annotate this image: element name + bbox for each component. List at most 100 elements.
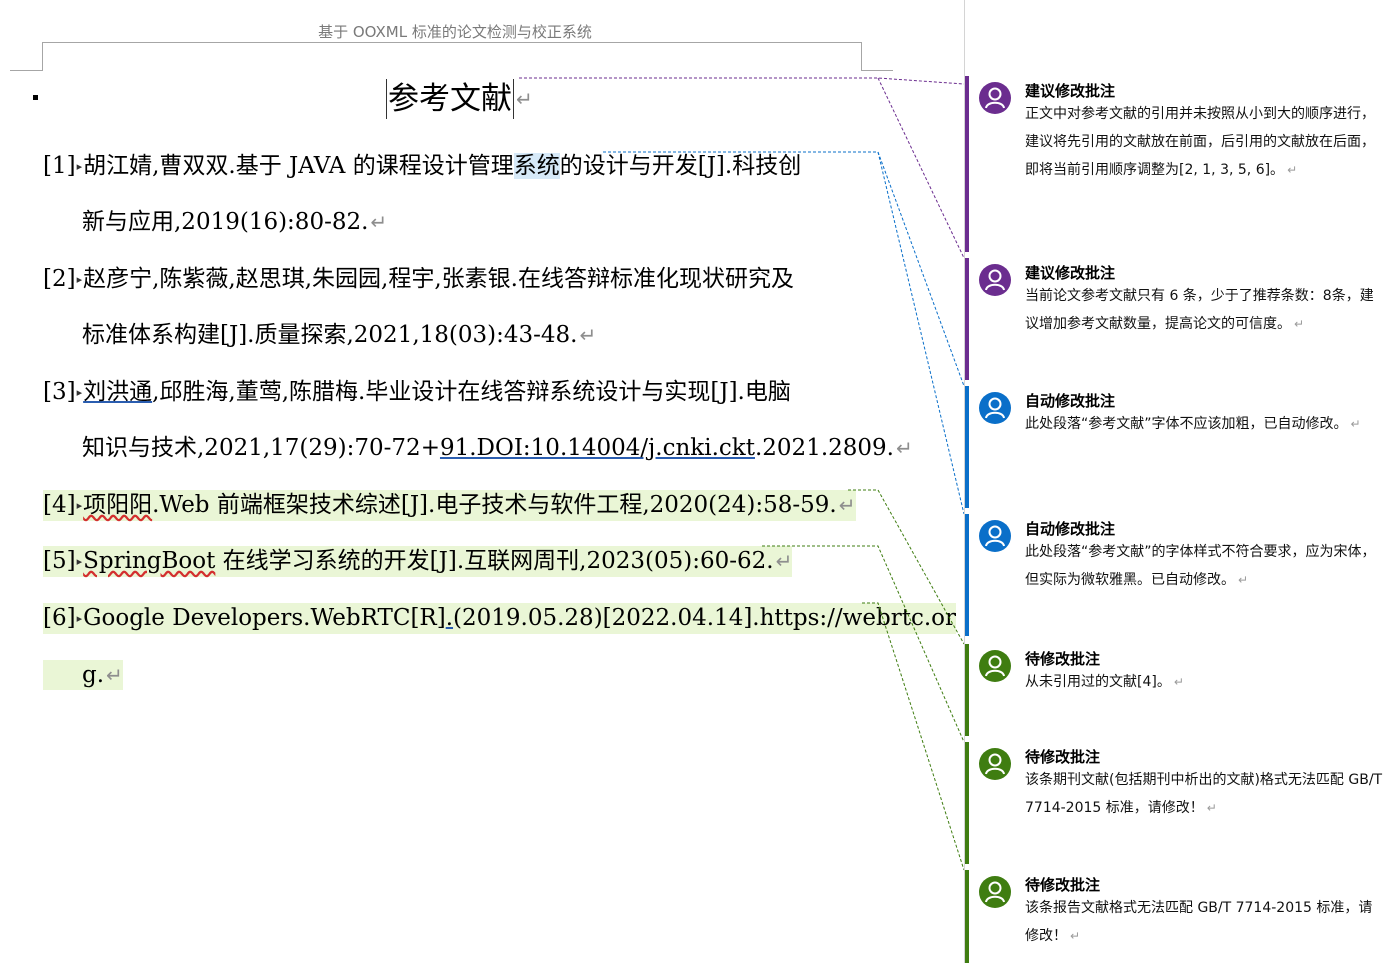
reference-3-line-1[interactable]: [3]▸刘洪通,邱胜海,董莺,陈腊梅.毕业设计在线答辩系统设计与实现[J].电脑: [43, 377, 791, 408]
tab-arrow-icon: ▸: [76, 555, 83, 568]
user-icon: [979, 650, 1011, 682]
comment-body[interactable]: 此处段落“参考文献”的字体样式不符合要求，应为宋体，但实际为微软雅黑。已自动修改…: [1025, 538, 1385, 594]
reference-text: 新与应用,2019(16):80-82.: [82, 209, 369, 235]
comment-text: 该条期刊文献(包括期刊中析出的文献)格式无法匹配 GB/T 7714-2015 …: [1025, 772, 1383, 816]
comment-color-bar: [965, 870, 969, 963]
header-corner-right: [861, 42, 862, 70]
title-line[interactable]: 参考文献 ↵: [386, 78, 533, 120]
reference-text: 胡江婧,曹双双.基于 JAVA 的课程设计管理: [83, 153, 514, 179]
paragraph-mark-icon: ↵: [370, 210, 388, 234]
reference-number: [4]: [43, 492, 76, 518]
comment-card[interactable]: 自动修改批注此处段落“参考文献”的字体样式不符合要求，应为宋体，但实际为微软雅黑…: [965, 514, 1392, 636]
comment-card[interactable]: 待修改批注 该条报告文献格式无法匹配 GB/T 7714-2015 标准，请修改！…: [965, 870, 1392, 963]
user-icon: [979, 748, 1011, 780]
reference-text: SpringBoot: [83, 548, 216, 574]
reference-5-line-1[interactable]: [5]▸SpringBoot 在线学习系统的开发[J].互联网周刊,2023(0…: [43, 546, 793, 577]
comment-color-bar: [965, 386, 969, 508]
reference-text: 知识与技术,2021,17(29):70-72+: [82, 435, 440, 461]
paragraph-mark-icon: ↵: [838, 493, 856, 517]
comment-color-bar: [965, 742, 969, 864]
comment-author: 待修改批注: [1025, 748, 1101, 766]
user-icon: [979, 82, 1011, 114]
reference-2-line-2[interactable]: 标准体系构建[J].质量探索,2021,18(03):43-48. ↵: [82, 320, 596, 350]
paragraph-mark-icon: ↵: [1070, 929, 1081, 943]
paragraph-mark-icon: ↵: [1173, 675, 1184, 689]
reference-text: 91.DOI:10.14004/j.cnki.ckt: [439, 435, 755, 461]
header-corner-left-h: [10, 70, 43, 71]
comment-text: 从未引用过的文献[4]。: [1025, 674, 1171, 690]
user-icon: [979, 264, 1011, 296]
comment-author: 待修改批注: [1025, 876, 1101, 894]
reference-3-line-2[interactable]: 知识与技术,2021,17(29):70-72+91.DOI:10.14004/…: [82, 433, 913, 463]
tab-arrow-icon: ▸: [76, 386, 83, 399]
reference-text: g.: [82, 662, 105, 688]
reference-text: 赵彦宁,陈紫薇,赵思琪,朱园园,程宇,张素银.在线答辩标准化现状研究及: [83, 266, 794, 292]
paragraph-mark-icon: ↵: [1238, 573, 1249, 587]
comment-card[interactable]: 建议修改批注 当前论文参考文献只有 6 条，少于了推荐条数：8条，建议增加参考文献…: [965, 258, 1392, 380]
header-corner-right-h: [861, 70, 893, 71]
paragraph-mark-icon: ↵: [1294, 317, 1305, 331]
user-icon: [979, 392, 1011, 424]
header-corner-left: [42, 42, 43, 70]
reference-text: .Web 前端框架技术综述[J].电子技术与软件工程,2020(24):58-5…: [152, 492, 837, 518]
references-title[interactable]: 参考文献: [386, 79, 514, 119]
reference-number: [3]: [43, 379, 76, 405]
reference-1-line-2[interactable]: 新与应用,2019(16):80-82. ↵: [82, 207, 387, 237]
tab-arrow-icon: ▸: [76, 499, 83, 512]
comment-text: 此处段落“参考文献”的字体样式不符合要求，应为宋体，但实际为微软雅黑。已自动修改…: [1025, 544, 1376, 588]
user-icon: [979, 520, 1011, 552]
comment-card[interactable]: 建议修改批注正文中对参考文献的引用并未按照从小到大的顺序进行，建议将先引用的文献…: [965, 76, 1392, 252]
reference-text: .2021.2809.: [754, 435, 894, 461]
reference-text: 系统: [513, 153, 560, 179]
paragraph-mark-icon: ↵: [1287, 163, 1298, 177]
comment-author: 自动修改批注: [1025, 392, 1116, 410]
comments-pane[interactable]: 建议修改批注正文中对参考文献的引用并未按照从小到大的顺序进行，建议将先引用的文献…: [964, 0, 1392, 963]
comment-body[interactable]: 此处段落“参考文献”字体不应该加粗，已自动修改。 ↵: [1025, 410, 1385, 438]
comment-card[interactable]: 自动修改批注 此处段落“参考文献”字体不应该加粗，已自动修改。 ↵: [965, 386, 1392, 508]
paragraph-mark-icon: ↵: [775, 549, 793, 573]
reference-text: 项阳阳: [83, 492, 153, 518]
header-border-line: [42, 42, 862, 43]
comment-color-bar: [965, 258, 969, 380]
paragraph-mark-icon: ↵: [895, 436, 913, 460]
tab-arrow-icon: ▸: [76, 160, 83, 173]
reference-6-line-2[interactable]: g. ↵: [43, 660, 123, 690]
reference-number: [2]: [43, 266, 76, 292]
comment-author: 自动修改批注: [1025, 520, 1116, 538]
tab-arrow-icon: ▸: [76, 273, 83, 286]
page-header-text: 基于 OOXML 标准的论文检测与校正系统: [318, 23, 592, 41]
reference-6-line-1[interactable]: [6]▸Google Developers.WebRTC[R].(2019.05…: [43, 603, 956, 634]
reference-text: (2019.05.28)[2022.04.14].https://webrtc.…: [453, 605, 956, 631]
comment-color-bar: [965, 514, 969, 636]
reference-2-line-1[interactable]: [2]▸赵彦宁,陈紫薇,赵思琪,朱园园,程宇,张素银.在线答辩标准化现状研究及: [43, 264, 794, 295]
tab-arrow-icon: ▸: [76, 612, 83, 625]
reference-text: 的设计与开发[J].科技创: [559, 153, 802, 179]
reference-4-line-1[interactable]: [4]▸项阳阳.Web 前端框架技术综述[J].电子技术与软件工程,2020(2…: [43, 490, 856, 521]
comment-color-bar: [965, 76, 969, 252]
reference-number: [5]: [43, 548, 76, 574]
reference-text: .: [445, 605, 454, 631]
comment-body[interactable]: 该条期刊文献(包括期刊中析出的文献)格式无法匹配 GB/T 7714-2015 …: [1025, 766, 1385, 822]
comment-body[interactable]: 当前论文参考文献只有 6 条，少于了推荐条数：8条，建议增加参考文献数量，提高论…: [1025, 282, 1385, 338]
reference-text: 刘洪通: [83, 379, 153, 405]
reference-text: 标准体系构建[J].质量探索,2021,18(03):43-48.: [82, 322, 578, 348]
comment-text: 当前论文参考文献只有 6 条，少于了推荐条数：8条，建议增加参考文献数量，提高论…: [1025, 288, 1374, 332]
comment-body[interactable]: 该条报告文献格式无法匹配 GB/T 7714-2015 标准，请修改！ ↵: [1025, 894, 1385, 950]
paragraph-mark-icon: ↵: [579, 323, 597, 347]
reference-text: 在线学习系统的开发[J].互联网周刊,2023(05):60-62.: [215, 548, 774, 574]
reference-1-line-1[interactable]: [1]▸胡江婧,曹双双.基于 JAVA 的课程设计管理系统的设计与开发[J].科…: [43, 151, 801, 182]
paragraph-bullet: [33, 95, 38, 100]
paragraph-mark-icon: ↵: [1206, 801, 1217, 815]
comment-body[interactable]: 正文中对参考文献的引用并未按照从小到大的顺序进行，建议将先引用的文献放在前面，后…: [1025, 100, 1385, 184]
paragraph-mark-icon: ↵: [516, 87, 533, 111]
reference-number: [6]: [43, 605, 76, 631]
user-icon: [979, 876, 1011, 908]
comment-author: 建议修改批注: [1025, 82, 1116, 100]
document-page[interactable]: 基于 OOXML 标准的论文检测与校正系统 参考文献 ↵ [1]▸胡江婧,曹双双…: [0, 0, 964, 963]
comment-card[interactable]: 待修改批注该条期刊文献(包括期刊中析出的文献)格式无法匹配 GB/T 7714-…: [965, 742, 1392, 864]
reference-number: [1]: [43, 153, 76, 179]
comment-text: 正文中对参考文献的引用并未按照从小到大的顺序进行，建议将先引用的文献放在前面，后…: [1025, 106, 1375, 178]
comment-body[interactable]: 从未引用过的文献[4]。 ↵: [1025, 668, 1385, 696]
comment-card[interactable]: 待修改批注 从未引用过的文献[4]。 ↵: [965, 644, 1392, 736]
paragraph-mark-icon: ↵: [1350, 417, 1361, 431]
